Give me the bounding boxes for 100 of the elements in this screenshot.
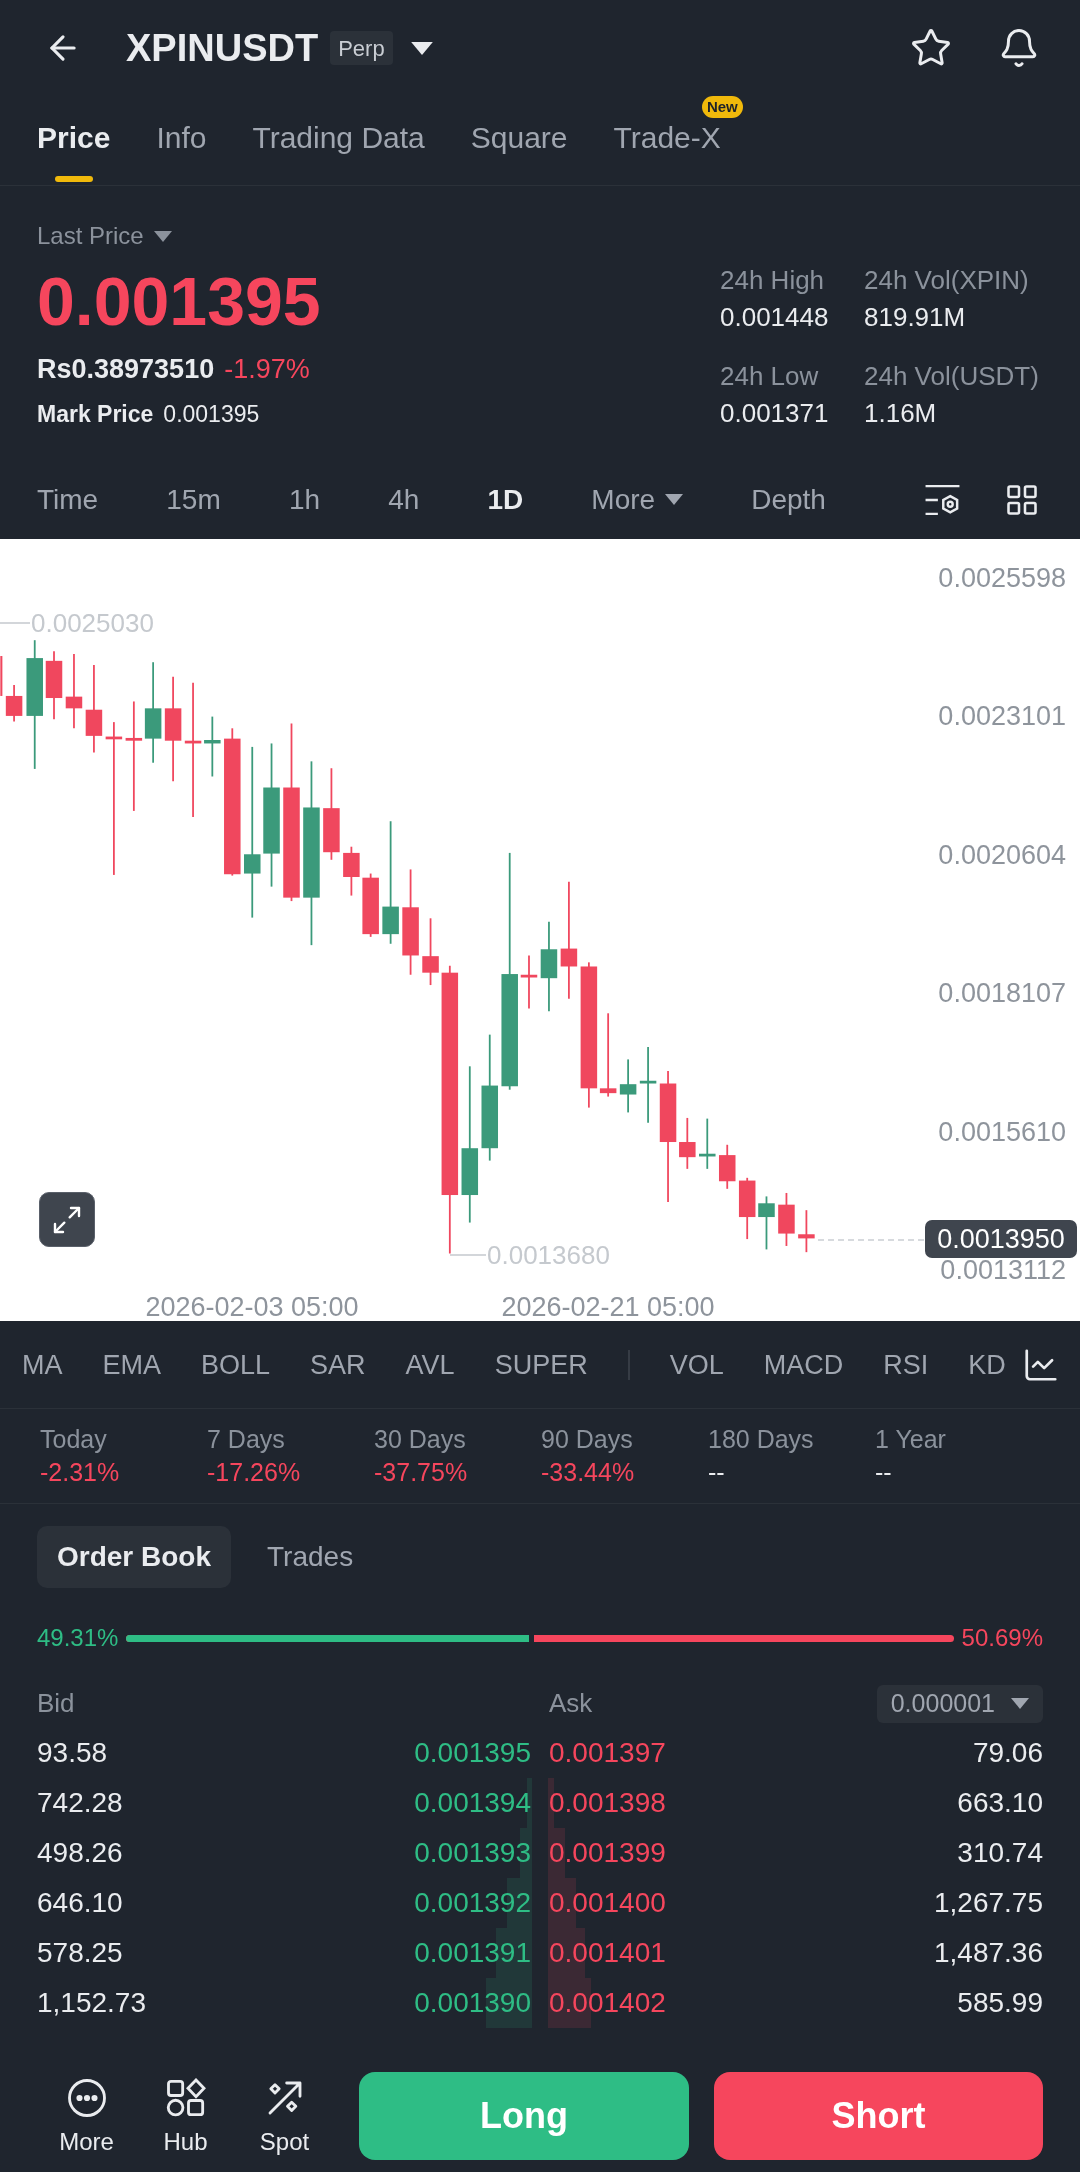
tab[interactable]: Trading Data: [252, 96, 425, 185]
indicator-option[interactable]: VOL: [669, 1347, 724, 1382]
falling-candle: [679, 1117, 696, 1170]
period-change: --: [708, 1457, 726, 1488]
tab[interactable]: Price: [37, 96, 111, 185]
interval-tab[interactable]: 1h: [288, 481, 321, 518]
more-icon: [66, 2078, 107, 2118]
ask-price: 0.001397: [549, 1736, 666, 1770]
period-change: -33.44%: [541, 1457, 636, 1488]
shortcut-button[interactable]: More: [37, 2072, 136, 2157]
bid-amount: 93.58: [37, 1736, 108, 1770]
indicator-option[interactable]: RSI: [883, 1347, 929, 1382]
ask-amount: 1,267.75: [934, 1886, 1043, 1920]
price-axis-label: 0.0020604: [938, 840, 1066, 869]
falling-candle: [0, 656, 3, 696]
bid-column-label: Bid: [37, 1687, 76, 1720]
expand-button[interactable]: [39, 1192, 95, 1247]
falling-candle: [778, 1192, 795, 1247]
bid-price: 0.001391: [414, 1936, 531, 1970]
price-axis-label: 0.0025598: [938, 563, 1066, 592]
interval-tab[interactable]: More: [591, 481, 684, 518]
period-label: 1 Year: [875, 1424, 947, 1455]
rising-candle: [699, 1117, 716, 1170]
ask-column-label: Ask: [549, 1687, 593, 1720]
ask-price: 0.001402: [549, 1986, 666, 2020]
period-label: 90 Days: [541, 1424, 634, 1455]
ask-amount: 79.06: [972, 1736, 1043, 1770]
falling-candle: [798, 1209, 815, 1254]
price-change: -1.97%: [224, 352, 310, 386]
ask-price: 0.001399: [549, 1836, 666, 1870]
falling-candle: [719, 1143, 736, 1190]
indicator-option[interactable]: SAR: [310, 1347, 366, 1382]
period-label: 30 Days: [374, 1424, 467, 1455]
short-button[interactable]: Short: [714, 2072, 1043, 2160]
rising-candle: [204, 715, 221, 778]
caret-down-icon: [410, 41, 433, 55]
book-tab[interactable]: Order Book: [37, 1526, 232, 1588]
shortcut-button[interactable]: Hub: [136, 2072, 235, 2157]
high-price-label: 0.0025030: [31, 608, 154, 638]
ask-amount: 585.99: [957, 1986, 1043, 2020]
stat-value: 0.001371: [720, 397, 830, 430]
falling-candle: [362, 872, 379, 938]
falling-candle: [422, 917, 439, 986]
bid-price: 0.001395: [414, 1736, 531, 1770]
time-axis-label: 2026-02-03 05:00: [145, 1293, 359, 1321]
tab[interactable]: Info: [156, 96, 207, 185]
interval-tab[interactable]: 1D: [487, 481, 524, 518]
indicator-option[interactable]: BOLL: [201, 1347, 271, 1382]
stat-label: 24h Low: [720, 360, 820, 393]
price-axis-label: 0.0013112: [940, 1256, 1066, 1285]
indicator-option[interactable]: SUPER: [494, 1347, 588, 1382]
indicator-option[interactable]: EMA: [102, 1347, 161, 1382]
mark-price-label: Mark Price: [37, 399, 154, 429]
ask-price: 0.001398: [549, 1786, 666, 1820]
indicator-option[interactable]: MACD: [763, 1347, 844, 1382]
last-price: 0.001395: [37, 266, 322, 336]
interval-tab[interactable]: Depth: [751, 481, 826, 518]
leader-line: [450, 1254, 486, 1256]
period-change: --: [875, 1457, 893, 1488]
tab[interactable]: Square: [470, 96, 568, 185]
bid-price: 0.001390: [414, 1986, 531, 2020]
bid-amount: 1,152.73: [37, 1986, 146, 2020]
shapes-icon: [165, 2078, 206, 2118]
indicator-option[interactable]: AVL: [405, 1347, 455, 1382]
indicator-option[interactable]: KD: [968, 1347, 1006, 1382]
ask-share: 50.69%: [961, 1623, 1043, 1653]
shortcut-button[interactable]: Spot: [235, 2072, 334, 2157]
bid-amount: 646.10: [37, 1886, 123, 1920]
interval-tab[interactable]: 15m: [166, 481, 221, 518]
period-change: -2.31%: [40, 1457, 121, 1488]
bid-amount: 498.26: [37, 1836, 123, 1870]
interval-tab[interactable]: 4h: [388, 481, 420, 518]
mark-price: 0.001395: [163, 399, 260, 429]
ask-amount: 663.10: [957, 1786, 1043, 1820]
falling-candle: [5, 684, 23, 723]
precision-dropdown[interactable]: 0.000001: [876, 1684, 1043, 1723]
new-badge: New: [701, 96, 743, 118]
caret-down-icon: [665, 494, 684, 505]
stat-value: 819.91M: [864, 301, 967, 334]
ask-price: 0.001400: [549, 1886, 666, 1920]
chart-settings-icon[interactable]: [924, 482, 961, 517]
period-label: Today: [40, 1424, 108, 1455]
pair-title: XPINUSDT: [126, 26, 319, 71]
price-axis-label: 0.0015610: [938, 1117, 1066, 1146]
interval-tab[interactable]: Time: [37, 481, 99, 518]
indicator-option[interactable]: MA: [22, 1347, 63, 1382]
price-axis-label: 0.0018107: [938, 979, 1066, 1008]
rising-candle: [619, 1058, 637, 1114]
time-axis-label: 2026-02-21 05:00: [501, 1293, 715, 1321]
caret-down-icon: [153, 230, 172, 242]
bid-price: 0.001393: [414, 1836, 531, 1870]
stat-value: 1.16M: [864, 397, 938, 430]
rising-candle: [758, 1195, 775, 1251]
leader-line: [0, 622, 30, 624]
stat-label: 24h Vol(XPIN): [864, 264, 1030, 297]
period-change: -17.26%: [207, 1457, 302, 1488]
low-price-label: 0.0013680: [487, 1240, 610, 1270]
book-tab[interactable]: Trades: [249, 1526, 372, 1588]
falling-candle: [343, 845, 360, 897]
stat-label: 24h High: [720, 264, 826, 297]
